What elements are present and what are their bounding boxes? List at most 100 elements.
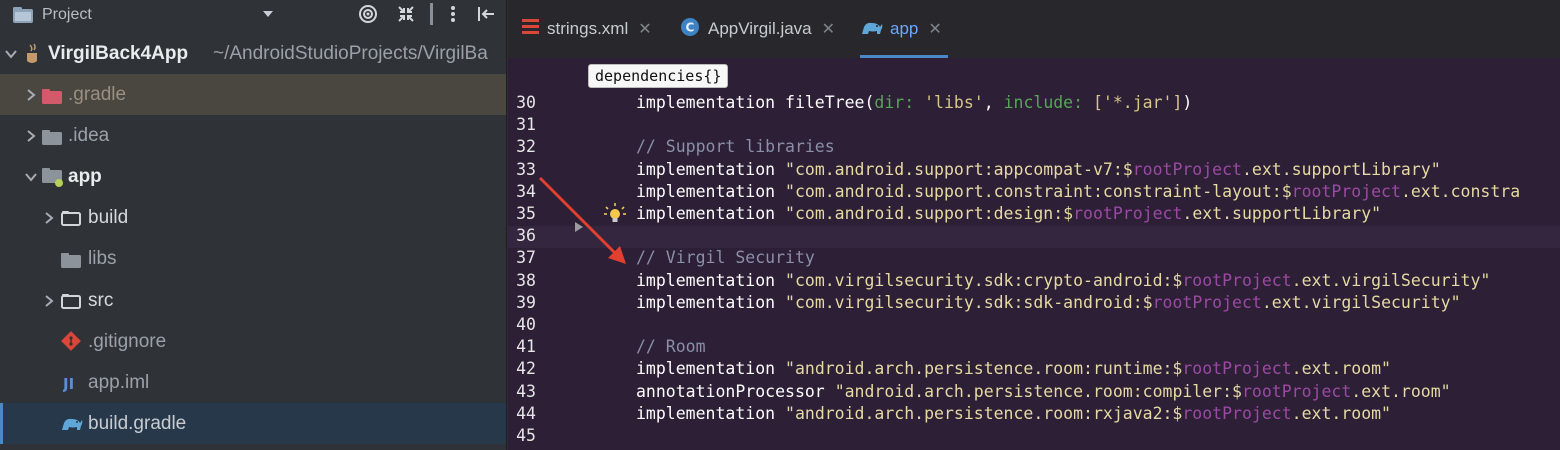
code-text: implementation "android.arch.persistence…: [636, 359, 1391, 378]
iml-file-icon: JI: [62, 374, 81, 398]
code-text: // Support libraries: [636, 137, 835, 156]
tree-item-label: src: [88, 289, 114, 311]
gradle-icon: [860, 18, 884, 41]
code-text: // Room: [636, 337, 706, 356]
chevron-right-icon[interactable]: [24, 88, 38, 102]
chevron-down-icon[interactable]: [4, 47, 18, 61]
code-line[interactable]: 38 implementation "com.virgilsecurity.sdk…: [508, 271, 1560, 293]
tab-label: AppVirgil.java: [708, 19, 812, 38]
line-number: 39: [516, 292, 536, 312]
folder-outline-icon: [61, 293, 81, 315]
close-icon[interactable]: ✕: [638, 19, 651, 39]
chevron-down-icon[interactable]: [24, 170, 38, 184]
tree-item-label: .idea: [68, 124, 110, 146]
code-token: .ext.constra: [1400, 181, 1521, 201]
code-token: "com.android.support.constraint:constrai…: [785, 181, 1292, 201]
tree-item-gradle[interactable]: .gradle: [0, 74, 506, 115]
locate-target-icon[interactable]: [358, 4, 378, 29]
tree-item-idea[interactable]: .idea: [0, 115, 506, 156]
code-line[interactable]: 37// Virgil Security: [508, 248, 1560, 270]
code-token: "android.arch.persistence.room:compiler:…: [834, 381, 1242, 401]
code-line[interactable]: 31: [508, 115, 1560, 137]
code-token: .ext.supportLibrary": [1241, 159, 1441, 179]
code-token: "com.android.support:appcompat-v7:$: [785, 159, 1133, 179]
code-token: implementation: [636, 270, 786, 290]
code-token: rootProject: [1241, 381, 1352, 401]
code-text: implementation fileTree(dir: 'libs', inc…: [636, 93, 1192, 112]
code-line[interactable]: 32 // Support libraries: [508, 137, 1560, 159]
code-line[interactable]: 33 implementation "com.android.support:ap…: [508, 160, 1560, 182]
tab-app-gradle[interactable]: app ✕: [860, 0, 948, 58]
code-token: .ext.supportLibrary": [1182, 204, 1382, 223]
folder-icon: [42, 129, 62, 151]
code-line[interactable]: 30 implementation fileTree(dir: 'libs', i…: [508, 93, 1560, 115]
code-token: implementation fileTree(: [636, 93, 875, 112]
code-token: "com.virgilsecurity.sdk:sdk-android:$: [785, 292, 1153, 312]
tree-item-libs[interactable]: libs: [0, 238, 506, 279]
chevron-right-icon[interactable]: [24, 129, 38, 143]
code-line[interactable]: 41 // Room: [508, 337, 1560, 359]
tree-item-root-project[interactable]: VirgilBack4App ~/AndroidStudioProjects/V…: [0, 33, 506, 74]
code-line[interactable]: 40: [508, 315, 1560, 337]
code-line[interactable]: 34 implementation "com.android.support.co…: [508, 182, 1560, 204]
code-token: ): [1182, 93, 1193, 112]
code-line[interactable]: 36: [508, 226, 1560, 249]
tree-item-gitignore[interactable]: .gitignore: [0, 321, 506, 362]
tab-label: app: [890, 19, 919, 38]
close-icon[interactable]: ✕: [928, 19, 941, 39]
code-token: "com.virgilsecurity.sdk:crypto-android:$: [785, 270, 1183, 290]
chevron-right-icon[interactable]: [42, 294, 56, 308]
tab-label: strings.xml: [547, 19, 629, 38]
project-view-label[interactable]: Project: [42, 6, 92, 24]
code-token: rootProject: [1291, 181, 1401, 201]
code-line[interactable]: 45: [508, 426, 1560, 448]
gradle-icon: [60, 414, 84, 438]
code-line[interactable]: 42 implementation "android.arch.persisten…: [508, 359, 1560, 381]
code-token: rootProject: [1182, 403, 1292, 423]
tree-item-label: libs: [88, 247, 117, 269]
project-toolbar: Project: [0, 0, 506, 30]
collapse-all-icon[interactable]: [396, 4, 416, 29]
code-line[interactable]: 35 implementation "com.android.support:de…: [508, 204, 1560, 226]
breadcrumb[interactable]: dependencies{}: [588, 64, 729, 88]
line-number: 43: [516, 381, 536, 401]
tree-item-src[interactable]: src: [0, 280, 506, 321]
close-icon[interactable]: ✕: [822, 19, 835, 39]
tree-item-app-iml[interactable]: JI app.iml: [0, 362, 506, 403]
line-number: 38: [516, 270, 536, 290]
code-token: implementation: [636, 292, 786, 312]
code-text: implementation "com.virgilsecurity.sdk:c…: [636, 271, 1490, 290]
hide-panel-icon[interactable]: [476, 4, 496, 29]
xml-file-icon: [522, 18, 539, 40]
code-line[interactable]: 44 implementation "android.arch.persisten…: [508, 404, 1560, 426]
code-token: "com.android.support:design:$: [785, 204, 1074, 223]
code-token: implementation: [636, 359, 786, 379]
tree-item-label: app.iml: [88, 371, 150, 393]
code-token: ['*.jar']: [1092, 93, 1183, 112]
selection-indicator: [0, 403, 3, 444]
java-class-icon: C: [680, 17, 700, 42]
tree-item-build-gradle[interactable]: build.gradle: [0, 403, 506, 444]
code-token: .ext.room": [1291, 359, 1391, 379]
tree-item-app[interactable]: app: [0, 156, 506, 197]
tab-strings-xml[interactable]: strings.xml ✕: [522, 0, 652, 58]
code-token: // Virgil Security: [636, 248, 815, 268]
git-icon: [61, 331, 81, 357]
code-token: .ext.room": [1351, 381, 1451, 401]
tab-appvirgil-java[interactable]: C AppVirgil.java ✕: [680, 0, 835, 58]
folder-outline-icon: [61, 210, 81, 232]
tree-item-build[interactable]: build: [0, 197, 506, 238]
chevron-right-icon[interactable]: [42, 211, 56, 225]
code-line[interactable]: 39 implementation "com.virgilsecurity.sdk…: [508, 293, 1560, 315]
line-number: 31: [516, 115, 536, 135]
line-number: 32: [516, 137, 536, 157]
code-token: // Support libraries: [636, 137, 835, 157]
more-options-icon[interactable]: [449, 4, 457, 29]
code-token: implementation: [636, 159, 786, 179]
code-token: rootProject: [1132, 159, 1242, 179]
chevron-down-icon[interactable]: [262, 7, 274, 25]
code-token: dir:: [874, 93, 925, 112]
code-line[interactable]: 43 annotationProcessor "android.arch.pers…: [508, 382, 1560, 404]
module-folder-icon: [42, 168, 64, 193]
code-token: 'libs': [924, 93, 984, 112]
